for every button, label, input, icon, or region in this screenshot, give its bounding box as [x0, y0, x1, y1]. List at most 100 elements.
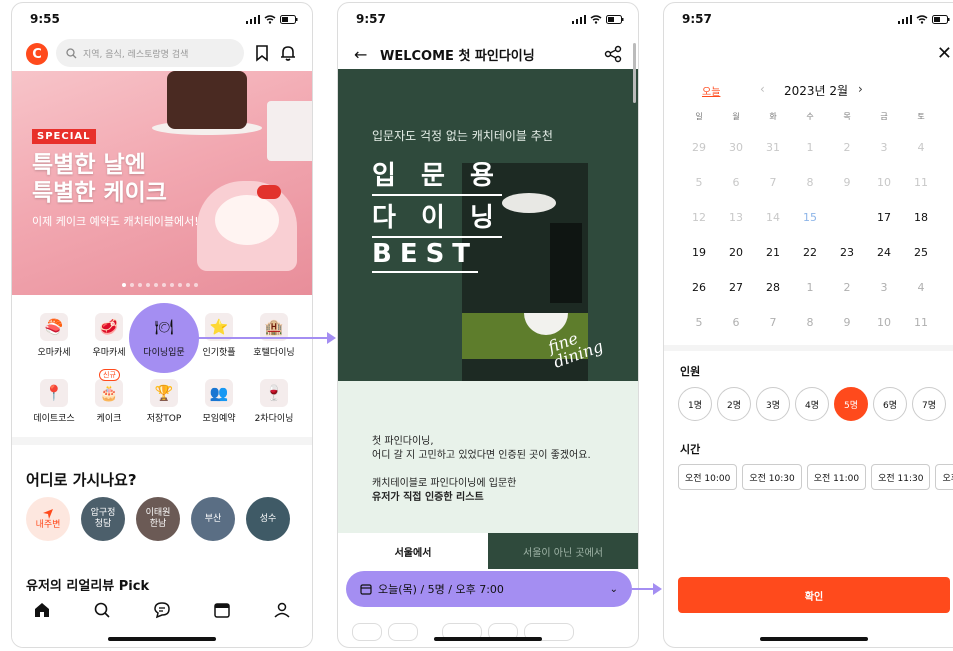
back-arrow-icon[interactable]: ←	[354, 45, 367, 64]
profile-icon[interactable]	[271, 599, 293, 621]
calendar-day[interactable]: 14	[758, 205, 788, 231]
people-option[interactable]: 2명	[717, 387, 751, 421]
calendar-icon[interactable]	[211, 599, 233, 621]
calendar-day[interactable]: 5	[684, 310, 714, 336]
description-section: 첫 파인다이닝, 어디 갈 지 고민하고 있었다면 인증된 곳이 좋겠어요. 캐…	[338, 381, 638, 533]
calendar-day[interactable]: 5	[684, 170, 714, 196]
signal-icon	[572, 14, 586, 24]
calendar-day[interactable]: 6	[721, 170, 751, 196]
calendar-day[interactable]: 9	[832, 310, 862, 336]
confirm-button[interactable]: 확인	[678, 577, 950, 613]
people-option[interactable]: 7명	[912, 387, 946, 421]
calendar-day[interactable]: 11	[906, 170, 936, 196]
calendar-day[interactable]: 3	[869, 275, 899, 301]
chevron-left-icon[interactable]: ‹	[760, 82, 765, 96]
tab-in-seoul[interactable]: 서울에서	[338, 533, 488, 569]
place-apgujeong[interactable]: 압구정 청담	[81, 497, 125, 541]
calendar-day[interactable]: 29	[684, 135, 714, 161]
calendar-day[interactable]: 11	[906, 310, 936, 336]
calendar-day[interactable]: 16	[832, 205, 862, 231]
search-placeholder: 지역, 음식, 레스토랑명 검색	[83, 49, 189, 60]
calendar-day[interactable]: 8	[795, 170, 825, 196]
time-option[interactable]: 오전 11:30	[871, 464, 931, 490]
calendar-day[interactable]: 3	[869, 135, 899, 161]
place-nearby[interactable]: 내주변	[26, 497, 70, 541]
calendar-day[interactable]: 4	[906, 135, 936, 161]
share-icon[interactable]	[604, 45, 622, 63]
booking-selector-button[interactable]: 오늘(목) / 5명 / 오후 7:00 ⌄	[346, 571, 632, 607]
calendar-day[interactable]: 20	[721, 240, 751, 266]
time-option[interactable]: 오후	[935, 464, 953, 490]
chevron-right-icon[interactable]: ›	[858, 82, 863, 96]
calendar-day[interactable]: 18	[906, 205, 936, 231]
time-option[interactable]: 오전 10:00	[678, 464, 738, 490]
flow-arrow-2	[632, 583, 662, 595]
calendar-day[interactable]: 2	[832, 135, 862, 161]
category-saved-top[interactable]: 🏆 저장TOP	[135, 379, 193, 424]
category-omakase[interactable]: 🍣 오마카세	[25, 313, 83, 358]
calendar-day[interactable]: 7	[758, 170, 788, 196]
calendar-day[interactable]: 8	[795, 310, 825, 336]
calendar-day[interactable]: 19	[684, 240, 714, 266]
calendar-day[interactable]: 25	[906, 240, 936, 266]
calendar-day[interactable]: 28	[758, 275, 788, 301]
people-option[interactable]: 5명	[834, 387, 868, 421]
bell-icon[interactable]	[278, 43, 298, 63]
calendar-day[interactable]: 30	[721, 135, 751, 161]
calendar-day[interactable]: 10	[869, 170, 899, 196]
people-option[interactable]: 1명	[678, 387, 712, 421]
calendar-day[interactable]: 17	[869, 205, 899, 231]
time-option[interactable]: 오전 11:00	[806, 464, 867, 490]
category-date-course[interactable]: 📍 데이트코스	[25, 379, 83, 424]
place-seongsu[interactable]: 성수	[246, 497, 290, 541]
chat-icon[interactable]	[151, 599, 173, 621]
calendar-day[interactable]: 9	[832, 170, 862, 196]
people-option[interactable]: 6명	[873, 387, 907, 421]
tab-outside-seoul[interactable]: 서울이 아닌 곳에서	[488, 533, 638, 569]
calendar-day[interactable]: 6	[721, 310, 751, 336]
calendar-day[interactable]: 10	[869, 310, 899, 336]
calendar-day[interactable]: 4	[906, 275, 936, 301]
calendar-day[interactable]: 31	[758, 135, 788, 161]
banner-subtitle: 이제 케이크 예약도 캐치테이블에서!	[32, 215, 199, 228]
calendar-day[interactable]: 12	[684, 205, 714, 231]
calendar-day[interactable]: 7	[758, 310, 788, 336]
calendar-day[interactable]: 1	[795, 275, 825, 301]
category-second-dining[interactable]: 🍷 2차다이닝	[245, 379, 303, 424]
home-icon[interactable]	[31, 599, 53, 621]
calendar-day[interactable]: 24	[869, 240, 899, 266]
smiley-cake-image	[197, 181, 297, 271]
bookmark-icon[interactable]	[252, 43, 272, 63]
calendar-day[interactable]: 2	[832, 275, 862, 301]
category-cake[interactable]: 신규 🎂 케이크	[80, 369, 138, 424]
place-itaewon[interactable]: 이태원 한남	[136, 497, 180, 541]
category-group-booking[interactable]: 👥 모임예약	[190, 379, 248, 424]
category-umakase[interactable]: 🥩 우마카세	[80, 313, 138, 358]
calendar-day[interactable]: 13	[721, 205, 751, 231]
status-icons	[246, 14, 298, 24]
category-dining-intro[interactable]: 🍽 다이닝입문	[135, 313, 193, 358]
calendar-day[interactable]: 26	[684, 275, 714, 301]
calendar-day[interactable]: 22	[795, 240, 825, 266]
calendar-day[interactable]: 21	[758, 240, 788, 266]
calendar-day[interactable]: 27	[721, 275, 751, 301]
catchtable-logo[interactable]: C	[26, 43, 48, 65]
time-option[interactable]: 오전 10:30	[742, 464, 802, 490]
description-2: 캐치테이블로 파인다이닝에 입문한 유저가 직접 인증한 리스트	[372, 478, 517, 503]
cake-banner[interactable]: SPECIAL 특별한 날엔 특별한 케이크 이제 케이크 예약도 캐치테이블에…	[12, 71, 312, 295]
people-option[interactable]: 4명	[795, 387, 829, 421]
wifi-icon	[264, 14, 276, 24]
people-option[interactable]: 3명	[756, 387, 790, 421]
calendar-day[interactable]: 1	[795, 135, 825, 161]
battery-icon	[280, 14, 298, 24]
calendar-day[interactable]: 15	[795, 205, 825, 231]
calendar-day[interactable]: 23	[832, 240, 862, 266]
place-busan[interactable]: 부산	[191, 497, 235, 541]
search-input[interactable]: 지역, 음식, 레스토랑명 검색	[56, 39, 244, 67]
scrollbar[interactable]	[633, 43, 636, 103]
category-hot-place[interactable]: ⭐ 인기핫플	[190, 313, 248, 358]
search-icon[interactable]	[91, 599, 113, 621]
today-button[interactable]: 오늘	[702, 83, 720, 98]
close-icon[interactable]: ✕	[937, 43, 952, 64]
category-hotel-dining[interactable]: 🏨 호텔다이닝	[245, 313, 303, 358]
